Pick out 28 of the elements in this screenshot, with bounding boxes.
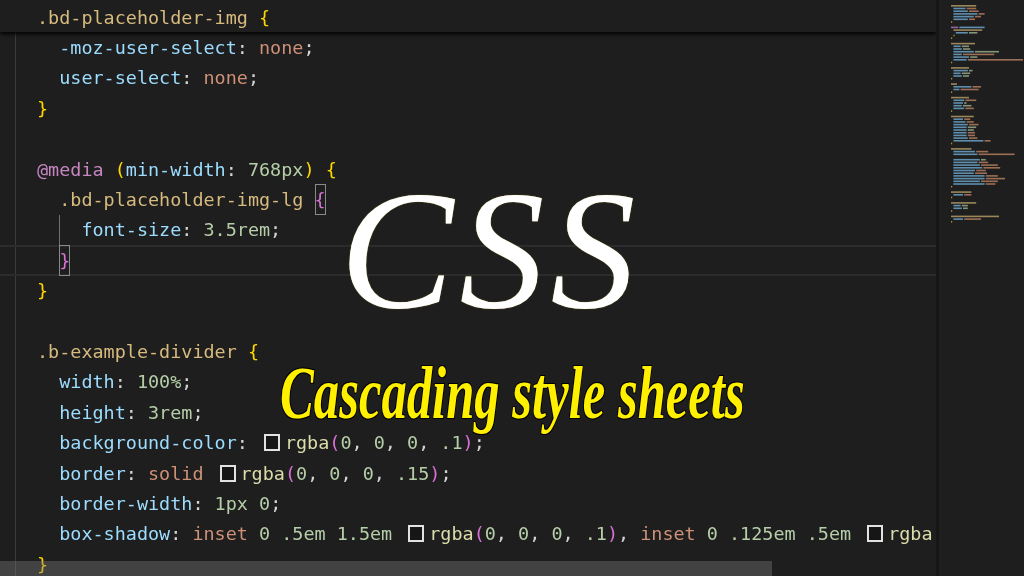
code-text: }	[37, 553, 49, 575]
code-text: @media (min-width: 768px) {	[37, 158, 337, 180]
code-text: rgba	[888, 523, 933, 545]
code-text: width: 100%;	[59, 371, 193, 393]
code-text: .bd-placeholder-img-lg	[59, 189, 305, 211]
code-text: user-select: none;	[59, 67, 259, 89]
matched-bracket: }	[59, 245, 71, 276]
code-text: background-color:	[59, 432, 248, 454]
color-swatch-icon[interactable]	[867, 525, 884, 543]
code-text: .b-example-divider {	[37, 341, 259, 362]
code-text: }	[37, 280, 49, 302]
sticky-scroll-header[interactable]: .bd-placeholder-img {	[0, 0, 936, 33]
code-text: rgba(0, 0, 0, .15);	[240, 462, 452, 484]
code-text: font-size: 3.5rem;	[81, 219, 282, 241]
code-text: box-shadow: inset 0 .5em 1.5em	[59, 523, 393, 545]
color-swatch-icon[interactable]	[263, 434, 280, 452]
code-text: .bd-placeholder-img {	[37, 6, 271, 28]
color-swatch-icon[interactable]	[219, 464, 236, 482]
code-text: border: solid	[59, 462, 204, 484]
code-text: border-width: 1px 0;	[59, 492, 282, 514]
overlay-title: CSS	[340, 165, 642, 335]
code-text: }	[37, 97, 49, 119]
matched-bracket: {	[314, 184, 326, 215]
code-text: rgba(0, 0, 0, .1), inset 0 .125em .5em	[429, 523, 852, 545]
minimap-drawing[interactable]	[951, 5, 1023, 223]
code-text: -moz-user-select: none;	[59, 37, 315, 59]
code-text: height: 3rem;	[59, 401, 204, 423]
color-swatch-icon[interactable]	[408, 525, 425, 543]
